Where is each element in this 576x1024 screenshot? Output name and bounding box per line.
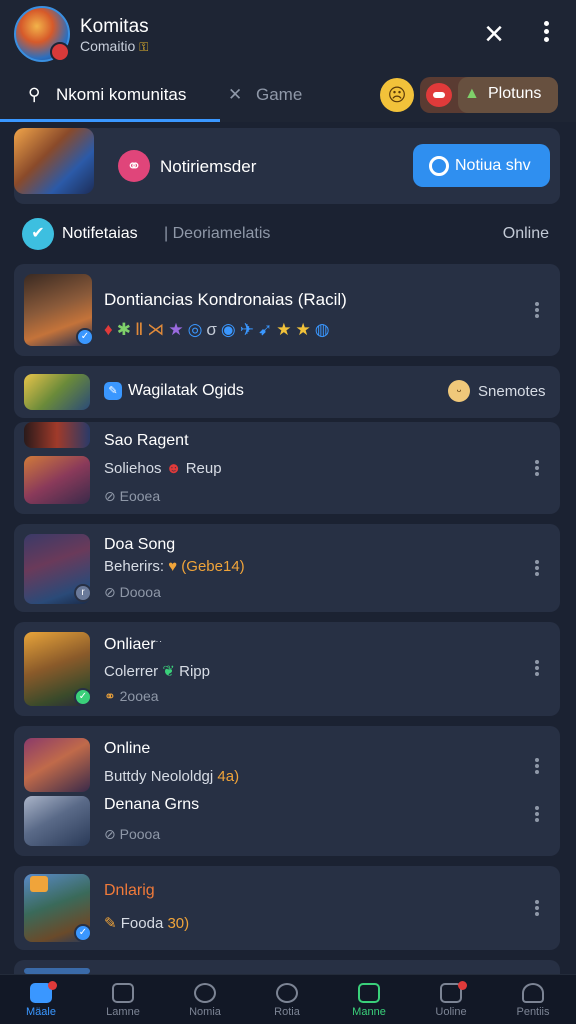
heart-icon: ♥ — [168, 558, 178, 575]
notification-dot — [48, 981, 57, 990]
page-title: Komitas — [80, 16, 149, 37]
close-button[interactable]: × — [478, 17, 510, 51]
leaf-icon: ❦ — [162, 663, 175, 680]
pencil-icon: ✎ — [104, 915, 117, 932]
item-thumbnail-top — [24, 422, 90, 448]
nav-dial[interactable]: Nomia — [164, 975, 246, 1024]
image-icon — [112, 983, 134, 1003]
dial-icon — [194, 983, 216, 1003]
section-header: ✔ Notifetaias | Deoriamelatis Online — [0, 210, 576, 256]
group-thumbnail — [24, 374, 90, 410]
bottom-navigation: Mäale Lamne Nomia Rotia Manne Uoline Pen… — [0, 974, 576, 1024]
clock-icon: ⊘ — [104, 826, 116, 842]
item-more-button[interactable] — [534, 756, 540, 776]
nav-timer[interactable]: Rotia — [246, 975, 328, 1024]
notification-dot — [458, 981, 467, 990]
nav-map[interactable]: Manne — [328, 975, 410, 1024]
list-item[interactable]: Sao Ragent Soliehos ☻ Reup ⊘ Eooea — [14, 422, 560, 514]
banner-text: Notiriemsder — [160, 157, 257, 176]
top-bar: Komitas Comaitio ⚿ × — [0, 0, 576, 70]
more-options-button[interactable] — [534, 18, 558, 50]
item-more-button[interactable] — [534, 658, 540, 678]
search-icon: ⚲ — [28, 85, 41, 104]
map-icon: ▲ — [464, 85, 480, 102]
item-more-button[interactable] — [534, 458, 540, 478]
header-action-pill[interactable]: Plotuns ▲ — [420, 77, 558, 113]
nav-calendar[interactable]: Uoline — [410, 975, 492, 1024]
list-item[interactable]: ✓ Onliaer˙˙ Colerrer ❦ Ripp ⚭ 2ooea — [14, 622, 560, 716]
featured-card[interactable]: ✓ Dontiancias Kondronaias (Racil) ♦✱Ⅱ⋊★◎… — [14, 264, 560, 356]
check-icon: ✓ — [74, 688, 92, 706]
smile-icon: ᵕ — [448, 380, 470, 402]
featured-more-button[interactable] — [534, 300, 540, 320]
heart-eyes-icon: ☻ — [165, 460, 182, 477]
game-badge-icon — [30, 876, 48, 892]
clock-icon: ⊘ — [104, 584, 116, 600]
item-avatar — [24, 456, 90, 504]
avatar-badge-icon — [50, 42, 70, 62]
banner-thumbnail — [14, 128, 94, 194]
verified-icon: ✓ — [74, 924, 92, 942]
active-tab-indicator — [0, 119, 220, 122]
verified-icon: ✓ — [76, 328, 94, 346]
nav-images[interactable]: Lamne — [82, 975, 164, 1024]
community-avatar[interactable] — [14, 6, 70, 62]
item-more-button[interactable] — [534, 558, 540, 578]
link-chain-icon: ⚭ — [104, 688, 116, 704]
r-badge-icon: r — [74, 584, 92, 602]
live-icon[interactable] — [426, 83, 452, 107]
item-more-button[interactable] — [534, 898, 540, 918]
plotuns-button[interactable]: Plotuns ▲ — [458, 77, 558, 113]
profile-icon — [522, 983, 544, 1003]
refresh-icon — [429, 156, 449, 176]
page-subtitle: Comaitio ⚿ — [80, 38, 149, 54]
link-icon: ✎ — [104, 382, 122, 400]
nav-home[interactable]: Mäale — [0, 975, 82, 1024]
link-icon: ⚭ — [118, 150, 150, 182]
reaction-icons: ♦✱Ⅱ⋊★◎σ◉✈➹★★◍ — [104, 320, 334, 339]
tab-community[interactable]: ⚲ Nkomi komunitas — [28, 82, 186, 108]
status-label: Online — [502, 225, 549, 242]
group-header[interactable]: ✎ Wagilatak Ogids ᵕ Snemotes — [14, 366, 560, 418]
list-item[interactable]: Online Buttdy Neololdgj 4a) Denana Grns … — [14, 726, 560, 856]
tab-game[interactable]: ✕ Game — [228, 82, 302, 108]
game-icon: ✕ — [228, 85, 243, 104]
clock-icon: ⊘ — [104, 488, 116, 504]
list-item[interactable]: r Doa Song Beherirs: ♥ (Gebe14) ⊘ Doooa — [14, 524, 560, 612]
notify-button[interactable]: Notiua shv — [413, 144, 550, 187]
emoji-face-icon[interactable]: ☹ — [380, 78, 414, 112]
timer-icon — [276, 983, 298, 1003]
list-item[interactable]: ✓ Dnlarig ✎ Fooda 30) — [14, 866, 560, 950]
item-avatar — [24, 738, 90, 792]
shield-check-icon: ✔ — [22, 218, 54, 250]
nav-profile[interactable]: Pentiis — [492, 975, 574, 1024]
key-icon: ⚿ — [139, 40, 149, 54]
list-item[interactable] — [14, 960, 560, 974]
item-avatar-secondary — [24, 796, 90, 846]
item-more-button-secondary[interactable] — [534, 804, 540, 824]
map-pin-icon — [358, 983, 380, 1003]
notification-banner: ⚭ Notiriemsder Notiua shv — [14, 128, 560, 204]
